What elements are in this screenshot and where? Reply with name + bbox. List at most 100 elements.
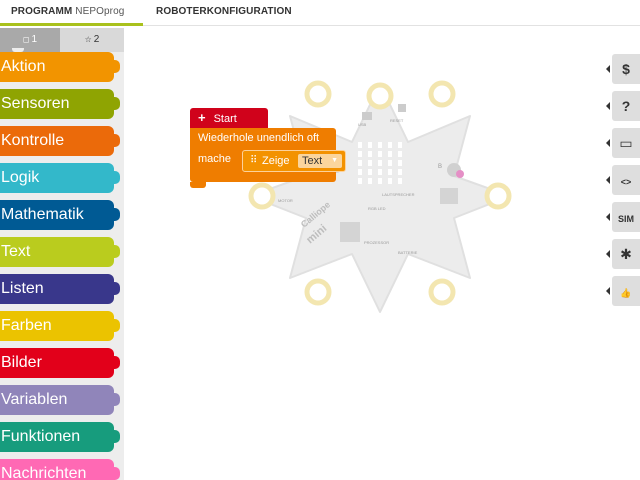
led-1-4 [398,151,402,157]
led-3-4 [398,169,402,175]
led-0-3 [388,142,392,148]
chevron-left-icon [606,250,610,258]
led-1-3 [388,151,392,157]
board-loudspeaker-label: LAUTSPRECHER [382,192,415,197]
led-2-4 [398,160,402,166]
chevron-left-icon [606,213,610,221]
app-window: PROGRAMM NEPOprog ROBOTERKONFIGURATION ◻… [0,0,640,480]
led-3-1 [368,169,372,175]
led-2-2 [378,160,382,166]
do-label: mache [198,153,232,165]
chevron-left-icon [606,139,610,147]
dollar-button[interactable]: $ [606,54,640,84]
board-usb-label: USB [358,122,367,127]
tab-bar: PROGRAMM NEPOprog ROBOTERKONFIGURATION [0,0,640,26]
chevron-left-icon [606,176,610,184]
led-1-2 [378,151,382,157]
dropdown-caret-icon: ▼ [331,157,338,164]
tab-program[interactable]: PROGRAMM NEPOprog [0,0,143,26]
led-0-0 [358,142,362,148]
motor-chip [440,188,458,204]
comment-icon: ▭ [619,135,633,151]
start-block[interactable]: + Start [190,108,268,128]
square-icon: ◻ [22,35,30,44]
display-icon: ⠿ [250,155,258,166]
comment-button[interactable]: ▭ [606,128,640,158]
thumbs-up-button[interactable]: 👍 [606,276,640,306]
reset-button [398,104,406,112]
led-0-4 [398,142,402,148]
help-button[interactable]: ? [606,91,640,121]
show-type-dropdown[interactable]: Text ▼ [298,154,342,168]
category-nachrichten[interactable]: Nachrichten [0,455,120,480]
bug-icon: ✱ [620,246,632,262]
show-type-value: Text [302,155,323,167]
board-rgb-label: RGB LED [368,206,386,211]
show-text-block[interactable]: ⠿ Zeige Text ▼ [242,150,346,172]
led-0-2 [378,142,382,148]
repeat-forever-block-bottom [190,182,206,188]
toolbox: ◻ 1 ☆ 2 Aktion Sensoren Kontrolle Logik Mathem… [0,28,124,480]
category-logik[interactable]: Logik [0,159,120,193]
led-2-1 [368,160,372,166]
category-kontrolle[interactable]: Kontrolle [0,122,120,156]
category-bilder[interactable]: Bilder [0,344,120,378]
show-label: Zeige [262,155,290,167]
repeat-forever-label: Wiederhole unendlich oft [198,132,320,144]
led-4-1 [368,178,372,184]
pin-bottom-left [304,278,332,306]
level-2-button[interactable]: ☆ 2 [60,28,124,52]
led-1-0 [358,151,362,157]
category-text[interactable]: Text [0,233,120,267]
led-3-0 [358,169,362,175]
dollar-icon: $ [622,61,630,77]
level-1-label: 1 [31,34,38,45]
star-icon: ☆ [84,35,92,44]
repeat-forever-block[interactable]: Wiederhole unendlich oft mache ⠿ Zeige T… [190,128,346,182]
category-listen[interactable]: Listen [0,270,120,304]
thumbs-up-icon: 👍 [620,288,632,298]
board-motor-label: MOTOR [278,198,293,203]
led-4-0 [358,178,362,184]
bug-button[interactable]: ✱ [606,239,640,269]
pin-top-left [304,80,332,108]
board-battery-label: BATTERIE [398,250,418,255]
category-variablen[interactable]: Variablen [0,381,120,415]
code-icon: <> [620,177,632,187]
pin-top-right [428,80,456,108]
led-2-0 [358,160,362,166]
code-button[interactable]: <> [606,165,640,195]
help-icon: ? [621,98,631,114]
board-button-b-label: B [438,164,442,170]
level-1-button[interactable]: ◻ 1 [0,28,60,52]
led-3-2 [378,169,382,175]
pin-right [484,182,512,210]
tab-robot-config[interactable]: ROBOTERKONFIGURATION [156,0,292,26]
sim-icon: SIM [617,214,634,224]
category-farben[interactable]: Farben [0,307,120,341]
led-1-1 [368,151,372,157]
chevron-left-icon [606,65,610,73]
start-block-label: Start [213,113,237,125]
board-reset-label: RESET [390,118,404,123]
led-4-2 [378,178,382,184]
category-funktionen[interactable]: Funktionen [0,418,120,452]
processor-chip [340,222,360,242]
led-0-1 [368,142,372,148]
plus-icon[interactable]: + [198,110,206,125]
pin-left [248,182,276,210]
sim-button[interactable]: SIM [606,202,640,232]
program-name: NEPOprog [75,6,125,17]
pin-top [366,82,394,110]
category-aktion[interactable]: Aktion [0,48,120,82]
led-4-3 [388,178,392,184]
led-4-4 [398,178,402,184]
rgb-led [456,170,464,178]
led-3-3 [388,169,392,175]
led-2-3 [388,160,392,166]
chevron-left-icon [606,287,610,295]
category-sensoren[interactable]: Sensoren [0,85,120,119]
pin-bottom-right [428,278,456,306]
chevron-left-icon [606,102,610,110]
category-mathematik[interactable]: Mathematik [0,196,120,230]
